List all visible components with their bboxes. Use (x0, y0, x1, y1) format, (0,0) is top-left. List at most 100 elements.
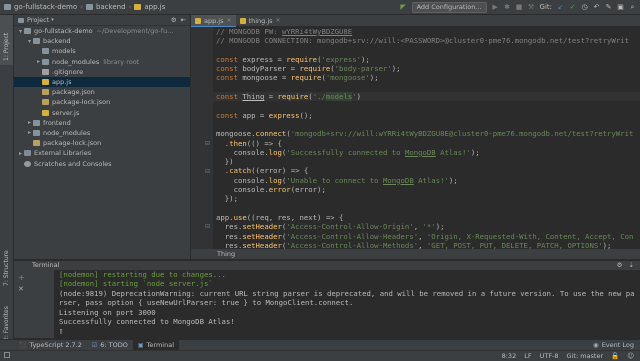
editor-breadcrumb: Thing (191, 249, 640, 259)
cursor-position[interactable]: 8:32 (502, 352, 517, 360)
stop-icon[interactable]: ■ (516, 3, 523, 11)
js-icon (42, 79, 49, 86)
tree-item[interactable]: package-lock.json (14, 138, 190, 148)
event-log-button[interactable]: ◉ Event Log (593, 341, 634, 349)
chevron-right-icon[interactable]: ▸ (35, 58, 42, 65)
status-toggle-icon[interactable] (4, 352, 10, 360)
close-icon[interactable]: × (276, 17, 281, 24)
code-line: console.log('Unable to connect to MongoD… (216, 175, 458, 185)
tree-item[interactable]: ▾ backend (14, 36, 190, 46)
arrow-icon[interactable]: ◤ (400, 3, 407, 11)
gear-icon[interactable]: ⚙ (617, 261, 623, 269)
fold-icon[interactable]: ⊟ (205, 140, 210, 147)
code-line: const app = express(); (216, 110, 313, 120)
bottom-tab[interactable]: ▣ Terminal (132, 340, 180, 350)
tool-tab-project[interactable]: 1: Project (0, 15, 13, 65)
editor-tab-label: app.js (204, 16, 224, 25)
editor-breadcrumb-label[interactable]: Thing (217, 250, 235, 258)
tree-item[interactable]: models (14, 46, 190, 56)
debug-icon[interactable]: ✱ (504, 3, 511, 11)
bottom-tab[interactable]: ⬛ TypeScript 2.7.2 (14, 340, 87, 350)
breadcrumb-separator: › (128, 3, 132, 11)
build-icon[interactable]: ⚒ (528, 3, 535, 11)
terminal-header: Terminal ⚙ ⇣ (14, 260, 640, 270)
tree-item[interactable]: server.js (14, 108, 190, 118)
folder-icon (4, 4, 11, 10)
chevron-down-icon[interactable]: ▾ (51, 17, 54, 23)
add-terminal-icon[interactable]: + (18, 273, 54, 282)
tree-item[interactable]: package-lock.json (14, 97, 190, 107)
code-line: const mongoose = require('mongoose'); (216, 73, 379, 83)
terminal-output[interactable]: [nodemon] restarting due to changes... [n… (55, 270, 640, 338)
chevron-down-icon[interactable]: ▾ (17, 28, 24, 35)
tree-item[interactable]: ▸ node_modules library root (14, 57, 190, 67)
bottom-tool-bar: ⬛ TypeScript 2.7.2 ☑ 6: TODO ▣ Terminal ◉ Eve… (0, 339, 640, 350)
vcs-commit-icon[interactable]: ✓ (569, 3, 576, 11)
tool-tab-favorites[interactable]: 2: Favorites (0, 295, 13, 345)
tree-item-label: node_modules (43, 128, 91, 137)
code-line-current: const Thing = require('./models') (213, 92, 640, 102)
line-separator[interactable]: LF (524, 352, 531, 360)
tree-item[interactable]: ▾ go-fullstack-demo ~/Development/go-fu... (14, 26, 190, 36)
breadcrumb-folder[interactable]: backend (85, 3, 126, 11)
wrench-icon[interactable]: ✎ (605, 3, 612, 11)
folder-icon (42, 58, 49, 65)
tree-item[interactable]: .gitignore (14, 67, 190, 77)
close-icon[interactable]: ✕ (18, 285, 54, 293)
fold-icon[interactable]: ⊟ (205, 223, 210, 230)
breadcrumb-file[interactable]: app.js (134, 3, 165, 11)
code-line: res.setHeader('Access-Control-Allow-Head… (216, 231, 634, 241)
chevron-down-icon[interactable]: ▾ (26, 38, 33, 45)
chevron-right-icon[interactable]: ▸ (26, 129, 33, 136)
gear-icon[interactable]: ⚙ (171, 16, 177, 24)
git-branch[interactable]: Git: master (567, 352, 604, 360)
tree-item[interactable]: package.json (14, 87, 190, 97)
editor-tab[interactable]: thing.js × (236, 15, 285, 26)
todo-icon: ☑ (91, 341, 98, 349)
layout-icon[interactable]: ▣ (617, 3, 624, 11)
project-panel-title[interactable]: Project (27, 16, 49, 24)
tree-item[interactable]: ▸ node_modules (14, 128, 190, 138)
tree-item[interactable]: ▸ External Libraries (14, 148, 190, 158)
vcs-update-icon[interactable]: ↙ (557, 3, 564, 11)
code-editor[interactable]: // MONGODB PW: wYRRi4tWyBDZGU8E // MONGO… (213, 27, 640, 249)
tree-item-label: node_modules (52, 57, 100, 66)
inspector-icon[interactable]: ☺ (627, 352, 634, 360)
add-configuration-button[interactable]: Add Configuration... (411, 1, 487, 13)
lock-icon[interactable]: 🔓 (611, 352, 619, 360)
fold-icon[interactable]: ⊟ (205, 168, 210, 175)
bottom-tabs: ⬛ TypeScript 2.7.2 ☑ 6: TODO ▣ Terminal (14, 340, 180, 350)
close-icon[interactable]: × (227, 17, 232, 24)
history-icon[interactable]: ◷ (581, 3, 588, 11)
tool-tab-structure[interactable]: 7: Structure (0, 240, 13, 290)
tool-tab-favorites-label: 2: Favorites (3, 306, 10, 341)
revert-icon[interactable]: ↶ (593, 3, 600, 11)
code-line: // MONGODB CONNECTION: mongodb+srv://wil… (216, 36, 629, 46)
breadcrumb-file-label: app.js (144, 3, 166, 11)
terminal-line: [nodemon] restarting due to changes... (59, 270, 226, 279)
chevron-right-icon[interactable]: ▸ (26, 119, 33, 126)
editor-tab[interactable]: app.js × (191, 15, 236, 27)
minimize-icon[interactable]: ⇣ (629, 261, 634, 269)
terminal-controls: ⚙ ⇣ (617, 261, 634, 270)
run-icon[interactable]: ▶ (492, 3, 499, 11)
code-line: res.setHeader('Access-Control-Allow-Meth… (216, 240, 612, 249)
tree-item[interactable]: Scratches and Consoles (14, 158, 190, 168)
hide-icon[interactable]: ⇤ (181, 16, 186, 24)
bottom-tab[interactable]: ☑ 6: TODO (87, 340, 133, 350)
git-icon (42, 68, 49, 75)
chevron-right-icon[interactable]: ▸ (17, 150, 24, 157)
tree-item[interactable]: app.js (14, 76, 190, 88)
terminal-line: Listening on port 3000 (59, 307, 156, 317)
breadcrumb-project[interactable]: go-fullstack-demo (4, 3, 77, 11)
code-line: const bodyParser = require('body-parser'… (216, 64, 401, 74)
tree-item[interactable]: ▸ frontend (14, 118, 190, 128)
terminal-line: [nodemon] starting `node server.js` (59, 279, 213, 289)
project-panel: Project ▾ ⚙ ⇤ ▾ go-fullstack-demo ~/Develo… (14, 15, 191, 259)
encoding[interactable]: UTF-8 (540, 352, 559, 360)
code-line: mongoose.connect('mongodb+srv://will:wYR… (216, 129, 634, 139)
json-icon (42, 89, 49, 96)
search-icon[interactable]: ⌕ (629, 3, 636, 11)
